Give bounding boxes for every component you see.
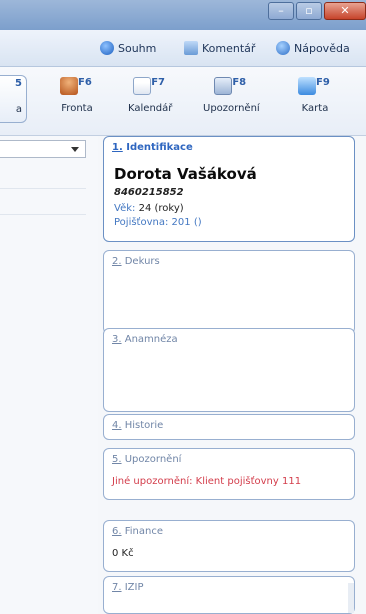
calendar-icon: F7 [133, 75, 167, 97]
finance-balance: 0 Kč [112, 548, 134, 559]
menu-napoveda[interactable]: Nápověda [276, 41, 350, 55]
card-identifikace-num: 1. [112, 142, 123, 153]
title-bar: – ▫ ✕ [0, 0, 366, 30]
window-controls: – ▫ ✕ [266, 2, 366, 20]
card-historie[interactable]: 4. Historie [103, 414, 355, 440]
close-button[interactable]: ✕ [324, 2, 366, 20]
scrollbar[interactable] [348, 583, 354, 613]
card-icon: F9 [298, 75, 332, 97]
patient-insurance-value: 201 () [171, 217, 202, 228]
queue-icon: F6 [60, 75, 94, 97]
kalendar-key: F7 [151, 77, 165, 88]
card-historie-num: 4. [112, 420, 122, 431]
card-dekurs-header: 2. Dekurs [112, 256, 160, 267]
info-icon [100, 41, 114, 55]
monitor-icon: F8 [214, 75, 248, 97]
card-historie-header: 4. Historie [112, 420, 163, 431]
card-dekurs-num: 2. [112, 256, 122, 267]
kalendar-button[interactable]: F7 Kalendář [128, 75, 172, 114]
karta-label: Karta [301, 103, 329, 114]
fronta-button[interactable]: F6 Fronta [60, 75, 94, 114]
card-finance-num: 6. [112, 526, 122, 537]
menu-napoveda-label: Nápověda [294, 41, 350, 55]
fronta-key: F6 [78, 77, 92, 88]
upozorneni-button[interactable]: F8 Upozornění [203, 75, 260, 114]
card-finance-label: Finance [124, 526, 163, 537]
patient-detail-panel: 1. Identifikace Dorota Vašáková 84602158… [98, 136, 366, 614]
card-upozorneni-label: Upozornění [124, 454, 182, 465]
minimize-icon: – [278, 4, 284, 17]
close-icon: ✕ [340, 4, 350, 17]
card-izip-label: IZIP [124, 582, 144, 593]
list-item[interactable] [0, 188, 86, 215]
minimize-button[interactable]: – [268, 2, 294, 20]
card-identifikace: 1. Identifikace Dorota Vašáková 84602158… [103, 136, 355, 242]
card-upozorneni-header: 5. Upozornění [112, 454, 181, 465]
card-anamneza-header: 3. Anamnéza [112, 334, 178, 345]
menu-strip: Souhm Komentář Nápověda [0, 30, 366, 67]
upozorneni-label: Upozornění [203, 103, 260, 114]
card-izip-header: 7. IZIP [112, 582, 144, 593]
left-pane [0, 136, 98, 614]
card-anamneza-label: Anamnéza [124, 334, 178, 345]
fronta-label: Fronta [61, 103, 93, 114]
patient-insurance-label: Pojišťovna: [114, 217, 169, 228]
menu-komentar-label: Komentář [202, 41, 256, 55]
kalendar-label: Kalendář [128, 103, 173, 114]
patient-name: Dorota Vašáková [114, 165, 257, 183]
card-izip[interactable]: 7. IZIP [103, 576, 355, 614]
toolbar-partial-key: 5 [15, 78, 22, 89]
comment-icon [184, 41, 198, 55]
patient-id: 8460215852 [114, 187, 184, 198]
card-izip-num: 7. [112, 582, 122, 593]
card-anamneza[interactable]: 3. Anamnéza [103, 328, 355, 412]
chevron-down-icon [71, 147, 79, 152]
card-upozorneni-num: 5. [112, 454, 122, 465]
toolbar: 5 a F6 Fronta F7 Kalendář F8 Upozornění … [0, 67, 366, 136]
card-anamneza-num: 3. [112, 334, 122, 345]
card-dekurs[interactable]: 2. Dekurs [103, 250, 355, 334]
toolbar-partial-label: a [15, 104, 22, 115]
karta-key: F9 [316, 77, 330, 88]
menu-souhm[interactable]: Souhm [100, 41, 156, 55]
patient-age-label: Věk: [114, 203, 136, 214]
menu-souhm-label: Souhm [118, 41, 157, 55]
card-finance[interactable]: 6. Finance 0 Kč [103, 520, 355, 572]
patient-age: Věk: 24 (roky) [114, 203, 184, 214]
list-item[interactable] [0, 162, 86, 189]
toolbar-partial-button[interactable]: 5 a [0, 75, 27, 123]
help-icon [276, 41, 290, 55]
filter-combobox[interactable] [0, 140, 86, 158]
restore-icon: ▫ [305, 4, 313, 17]
card-dekurs-label: Dekurs [124, 256, 160, 267]
card-finance-header: 6. Finance [112, 526, 163, 537]
maximize-button[interactable]: ▫ [296, 2, 322, 20]
upozorneni-key: F8 [232, 77, 247, 88]
menu-komentar[interactable]: Komentář [184, 41, 255, 55]
card-historie-label: Historie [124, 420, 164, 431]
warning-text: Jiné upozornění: Klient pojišťovny 111 [112, 476, 302, 487]
patient-insurance: Pojišťovna: 201 () [114, 217, 202, 228]
card-identifikace-header[interactable]: 1. Identifikace [112, 142, 193, 153]
karta-button[interactable]: F9 Karta [298, 75, 332, 114]
patient-age-value: 24 (roky) [138, 203, 184, 214]
card-upozorneni[interactable]: 5. Upozornění Jiné upozornění: Klient po… [103, 448, 355, 500]
card-identifikace-label: Identifikace [126, 142, 193, 153]
